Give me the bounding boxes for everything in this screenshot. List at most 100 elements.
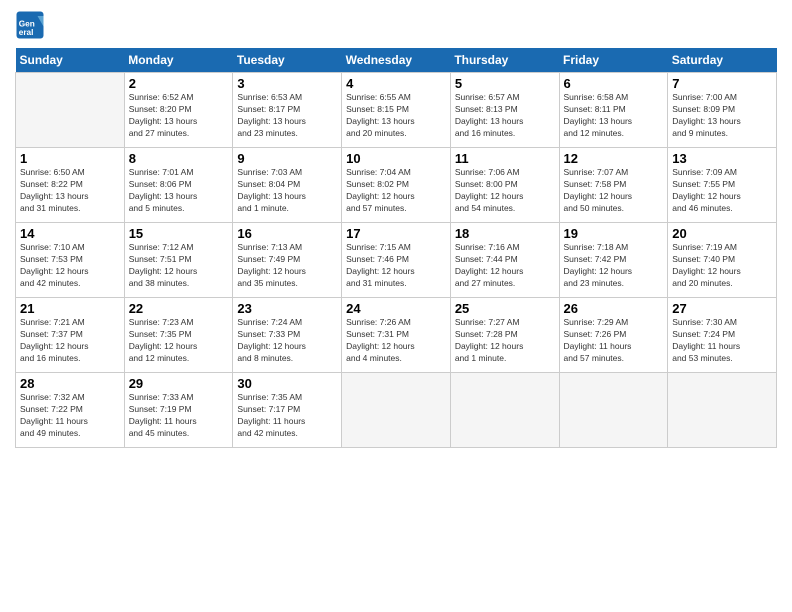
calendar-cell: 23Sunrise: 7:24 AM Sunset: 7:33 PM Dayli… [233,298,342,373]
calendar-week-row: 21Sunrise: 7:21 AM Sunset: 7:37 PM Dayli… [16,298,777,373]
calendar-cell: 21Sunrise: 7:21 AM Sunset: 7:37 PM Dayli… [16,298,125,373]
day-number: 5 [455,76,555,91]
day-detail: Sunrise: 6:52 AM Sunset: 8:20 PM Dayligh… [129,92,229,140]
day-number: 16 [237,226,337,241]
calendar-cell: 5Sunrise: 6:57 AM Sunset: 8:13 PM Daylig… [450,73,559,148]
day-number: 25 [455,301,555,316]
calendar-cell: 30Sunrise: 7:35 AM Sunset: 7:17 PM Dayli… [233,373,342,448]
calendar-cell [668,373,777,448]
calendar-cell [450,373,559,448]
calendar-cell: 29Sunrise: 7:33 AM Sunset: 7:19 PM Dayli… [124,373,233,448]
day-detail: Sunrise: 7:10 AM Sunset: 7:53 PM Dayligh… [20,242,120,290]
day-detail: Sunrise: 7:23 AM Sunset: 7:35 PM Dayligh… [129,317,229,365]
day-number: 11 [455,151,555,166]
weekday-header: Sunday [16,48,125,73]
calendar-cell: 7Sunrise: 7:00 AM Sunset: 8:09 PM Daylig… [668,73,777,148]
day-number: 9 [237,151,337,166]
day-detail: Sunrise: 7:32 AM Sunset: 7:22 PM Dayligh… [20,392,120,440]
day-number: 18 [455,226,555,241]
day-detail: Sunrise: 6:55 AM Sunset: 8:15 PM Dayligh… [346,92,446,140]
weekday-header: Wednesday [342,48,451,73]
day-detail: Sunrise: 7:03 AM Sunset: 8:04 PM Dayligh… [237,167,337,215]
day-number: 6 [564,76,664,91]
day-detail: Sunrise: 7:04 AM Sunset: 8:02 PM Dayligh… [346,167,446,215]
calendar-cell: 6Sunrise: 6:58 AM Sunset: 8:11 PM Daylig… [559,73,668,148]
day-number: 30 [237,376,337,391]
page-header: Gen eral [15,10,777,40]
day-detail: Sunrise: 7:18 AM Sunset: 7:42 PM Dayligh… [564,242,664,290]
calendar-cell: 15Sunrise: 7:12 AM Sunset: 7:51 PM Dayli… [124,223,233,298]
calendar-cell [16,73,125,148]
calendar-cell [342,373,451,448]
day-detail: Sunrise: 7:19 AM Sunset: 7:40 PM Dayligh… [672,242,772,290]
svg-text:eral: eral [19,28,34,37]
calendar-cell: 22Sunrise: 7:23 AM Sunset: 7:35 PM Dayli… [124,298,233,373]
calendar-cell [559,373,668,448]
day-detail: Sunrise: 7:21 AM Sunset: 7:37 PM Dayligh… [20,317,120,365]
day-number: 3 [237,76,337,91]
day-number: 17 [346,226,446,241]
day-detail: Sunrise: 7:27 AM Sunset: 7:28 PM Dayligh… [455,317,555,365]
weekday-header: Monday [124,48,233,73]
calendar-cell: 24Sunrise: 7:26 AM Sunset: 7:31 PM Dayli… [342,298,451,373]
calendar-table: SundayMondayTuesdayWednesdayThursdayFrid… [15,48,777,448]
weekday-header-row: SundayMondayTuesdayWednesdayThursdayFrid… [16,48,777,73]
day-detail: Sunrise: 7:26 AM Sunset: 7:31 PM Dayligh… [346,317,446,365]
day-number: 27 [672,301,772,316]
calendar-cell: 13Sunrise: 7:09 AM Sunset: 7:55 PM Dayli… [668,148,777,223]
page-container: Gen eral SundayMondayTuesdayWednesdayThu… [0,0,792,458]
day-detail: Sunrise: 7:07 AM Sunset: 7:58 PM Dayligh… [564,167,664,215]
day-detail: Sunrise: 7:15 AM Sunset: 7:46 PM Dayligh… [346,242,446,290]
day-number: 10 [346,151,446,166]
weekday-header: Tuesday [233,48,342,73]
day-number: 21 [20,301,120,316]
day-number: 22 [129,301,229,316]
logo-icon: Gen eral [15,10,45,40]
calendar-cell: 20Sunrise: 7:19 AM Sunset: 7:40 PM Dayli… [668,223,777,298]
day-number: 14 [20,226,120,241]
calendar-cell: 28Sunrise: 7:32 AM Sunset: 7:22 PM Dayli… [16,373,125,448]
day-number: 29 [129,376,229,391]
day-number: 19 [564,226,664,241]
calendar-week-row: 28Sunrise: 7:32 AM Sunset: 7:22 PM Dayli… [16,373,777,448]
weekday-header: Thursday [450,48,559,73]
calendar-cell: 1Sunrise: 6:50 AM Sunset: 8:22 PM Daylig… [16,148,125,223]
day-number: 26 [564,301,664,316]
day-detail: Sunrise: 7:13 AM Sunset: 7:49 PM Dayligh… [237,242,337,290]
day-detail: Sunrise: 6:58 AM Sunset: 8:11 PM Dayligh… [564,92,664,140]
day-detail: Sunrise: 7:09 AM Sunset: 7:55 PM Dayligh… [672,167,772,215]
calendar-cell: 8Sunrise: 7:01 AM Sunset: 8:06 PM Daylig… [124,148,233,223]
day-detail: Sunrise: 6:53 AM Sunset: 8:17 PM Dayligh… [237,92,337,140]
day-number: 24 [346,301,446,316]
weekday-header: Saturday [668,48,777,73]
day-number: 4 [346,76,446,91]
day-detail: Sunrise: 7:00 AM Sunset: 8:09 PM Dayligh… [672,92,772,140]
logo: Gen eral [15,10,47,40]
calendar-cell: 18Sunrise: 7:16 AM Sunset: 7:44 PM Dayli… [450,223,559,298]
day-number: 15 [129,226,229,241]
calendar-cell: 3Sunrise: 6:53 AM Sunset: 8:17 PM Daylig… [233,73,342,148]
day-number: 12 [564,151,664,166]
calendar-week-row: 2Sunrise: 6:52 AM Sunset: 8:20 PM Daylig… [16,73,777,148]
calendar-cell: 9Sunrise: 7:03 AM Sunset: 8:04 PM Daylig… [233,148,342,223]
day-number: 2 [129,76,229,91]
calendar-cell: 16Sunrise: 7:13 AM Sunset: 7:49 PM Dayli… [233,223,342,298]
calendar-cell: 2Sunrise: 6:52 AM Sunset: 8:20 PM Daylig… [124,73,233,148]
calendar-cell: 25Sunrise: 7:27 AM Sunset: 7:28 PM Dayli… [450,298,559,373]
calendar-cell: 14Sunrise: 7:10 AM Sunset: 7:53 PM Dayli… [16,223,125,298]
day-detail: Sunrise: 7:35 AM Sunset: 7:17 PM Dayligh… [237,392,337,440]
calendar-cell: 12Sunrise: 7:07 AM Sunset: 7:58 PM Dayli… [559,148,668,223]
day-detail: Sunrise: 7:24 AM Sunset: 7:33 PM Dayligh… [237,317,337,365]
calendar-week-row: 14Sunrise: 7:10 AM Sunset: 7:53 PM Dayli… [16,223,777,298]
day-number: 8 [129,151,229,166]
day-number: 28 [20,376,120,391]
calendar-week-row: 1Sunrise: 6:50 AM Sunset: 8:22 PM Daylig… [16,148,777,223]
day-number: 23 [237,301,337,316]
calendar-cell: 27Sunrise: 7:30 AM Sunset: 7:24 PM Dayli… [668,298,777,373]
calendar-cell: 11Sunrise: 7:06 AM Sunset: 8:00 PM Dayli… [450,148,559,223]
calendar-cell: 19Sunrise: 7:18 AM Sunset: 7:42 PM Dayli… [559,223,668,298]
calendar-cell: 26Sunrise: 7:29 AM Sunset: 7:26 PM Dayli… [559,298,668,373]
day-detail: Sunrise: 7:06 AM Sunset: 8:00 PM Dayligh… [455,167,555,215]
calendar-cell: 10Sunrise: 7:04 AM Sunset: 8:02 PM Dayli… [342,148,451,223]
day-detail: Sunrise: 7:12 AM Sunset: 7:51 PM Dayligh… [129,242,229,290]
